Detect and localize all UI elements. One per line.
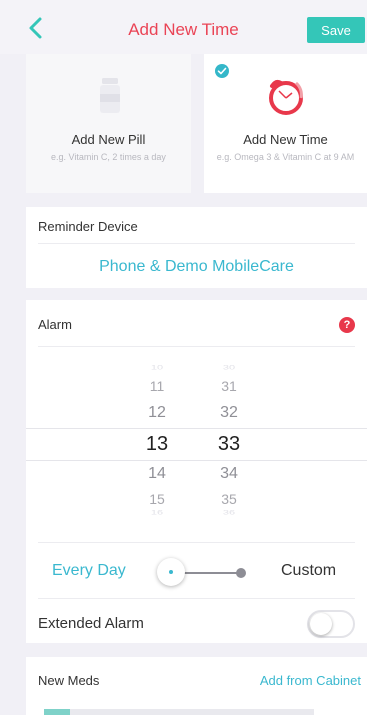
divider <box>38 243 355 244</box>
reminder-device-section: Reminder Device Phone & Demo MobileCare <box>26 207 367 288</box>
divider <box>38 346 355 347</box>
frequency-slider-knob[interactable] <box>157 558 185 586</box>
hour-option[interactable]: 16 <box>127 510 187 517</box>
time-picker[interactable]: 10 11 12 13 14 15 16 30 31 32 33 34 35 3… <box>26 352 367 574</box>
card-hint: e.g. Vitamin C, 2 times a day <box>51 152 166 162</box>
minute-option[interactable]: 35 <box>199 491 259 507</box>
section-title: Reminder Device <box>38 219 138 234</box>
section-title: Alarm <box>38 317 72 332</box>
alarm-clock-icon <box>269 80 303 115</box>
extended-alarm-label: Extended Alarm <box>38 615 144 632</box>
extended-alarm-toggle[interactable] <box>307 610 355 638</box>
checkmark-icon <box>217 67 227 75</box>
save-button[interactable]: Save <box>307 17 365 43</box>
hour-selected[interactable]: 13 <box>127 433 187 456</box>
hour-option[interactable]: 11 <box>127 378 187 394</box>
divider <box>38 598 355 599</box>
picker-selection-band <box>26 428 367 461</box>
section-title: New Meds <box>38 673 100 688</box>
minute-option[interactable]: 30 <box>199 365 259 372</box>
minute-option[interactable]: 36 <box>199 510 259 517</box>
minute-option[interactable]: 32 <box>199 404 259 422</box>
meds-list-preview <box>44 709 314 715</box>
meds-list-item <box>44 709 70 715</box>
every-day-option[interactable]: Every Day <box>52 562 126 580</box>
help-icon[interactable]: ? <box>339 317 355 333</box>
frequency-slider-track[interactable] <box>176 572 244 574</box>
card-label: Add New Time <box>243 132 328 147</box>
hour-option[interactable]: 10 <box>127 365 187 372</box>
new-meds-section: New Meds Add from Cabinet <box>26 657 367 715</box>
card-hint: e.g. Omega 3 & Vitamin C at 9 AM <box>216 152 355 162</box>
hour-option[interactable]: 15 <box>127 491 187 507</box>
toggle-knob <box>310 613 332 635</box>
hour-option[interactable]: 14 <box>127 465 187 483</box>
frequency-slider-end <box>236 568 246 578</box>
add-new-pill-card[interactable]: Add New Pill e.g. Vitamin C, 2 times a d… <box>26 54 191 193</box>
add-new-time-card[interactable]: Add New Time e.g. Omega 3 & Vitamin C at… <box>204 54 367 193</box>
check-icon <box>215 64 229 78</box>
minute-option[interactable]: 31 <box>199 378 259 394</box>
divider <box>38 542 355 543</box>
minute-selected[interactable]: 33 <box>199 433 259 456</box>
reminder-device-value[interactable]: Phone & Demo MobileCare <box>26 258 367 276</box>
card-label: Add New Pill <box>71 132 146 147</box>
header-bar: Add New Time Save <box>0 0 367 54</box>
alarm-section: Alarm ? 10 11 12 13 14 15 16 30 31 32 33… <box>26 300 367 643</box>
custom-option[interactable]: Custom <box>281 562 336 580</box>
hour-option[interactable]: 12 <box>127 404 187 422</box>
minute-option[interactable]: 34 <box>199 465 259 483</box>
add-from-cabinet-link[interactable]: Add from Cabinet <box>260 673 361 688</box>
pill-bottle-icon <box>100 78 120 113</box>
